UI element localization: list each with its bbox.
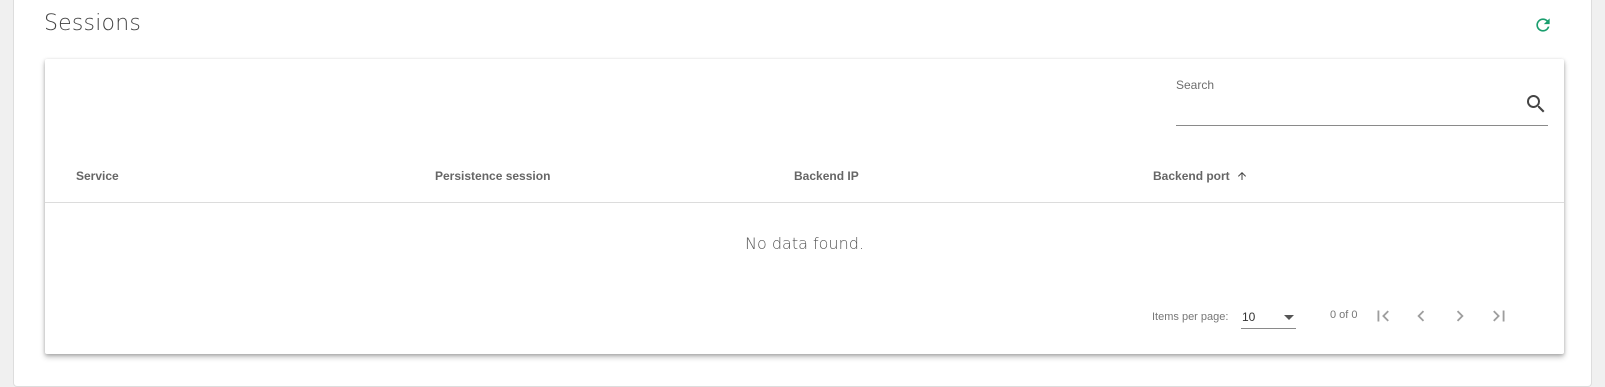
- refresh-button[interactable]: [1532, 14, 1554, 36]
- column-header-label: Backend IP: [794, 169, 859, 183]
- column-header-persistence-session[interactable]: Persistence session: [435, 169, 550, 183]
- items-per-page-label: Items per page:: [1152, 311, 1229, 323]
- sessions-table-card: Search Service Persistence session Backe…: [45, 59, 1564, 354]
- page-title: Sessions: [44, 11, 142, 36]
- last-page-button[interactable]: [1486, 303, 1512, 329]
- pagination-range: 0 of 0: [1330, 309, 1358, 321]
- next-page-button[interactable]: [1447, 303, 1473, 329]
- refresh-icon: [1536, 18, 1550, 32]
- first-page-button[interactable]: [1370, 303, 1396, 329]
- dropdown-caret-icon: [1284, 315, 1294, 320]
- chevron-right-icon: [1456, 310, 1464, 322]
- chevron-left-icon: [1417, 310, 1425, 322]
- search-label: Search: [1176, 78, 1215, 92]
- column-header-label: Backend port: [1153, 169, 1230, 183]
- search-icon[interactable]: [1524, 92, 1548, 116]
- search-underline: [1176, 125, 1548, 126]
- column-header-backend-ip[interactable]: Backend IP: [794, 169, 859, 183]
- items-per-page-value: 10: [1242, 310, 1256, 324]
- empty-state-message: No data found.: [745, 234, 864, 253]
- header-divider: [45, 202, 1564, 203]
- column-header-service[interactable]: Service: [76, 169, 119, 183]
- first-page-icon: [1377, 310, 1389, 322]
- column-header-label: Service: [76, 169, 119, 183]
- column-header-label: Persistence session: [435, 169, 551, 183]
- sort-ascending-icon: [1237, 172, 1246, 180]
- search-input[interactable]: [1176, 92, 1506, 120]
- last-page-icon: [1493, 310, 1505, 322]
- column-header-backend-port[interactable]: Backend port: [1153, 169, 1248, 183]
- items-per-page-select[interactable]: 10: [1241, 307, 1296, 329]
- previous-page-button[interactable]: [1408, 303, 1434, 329]
